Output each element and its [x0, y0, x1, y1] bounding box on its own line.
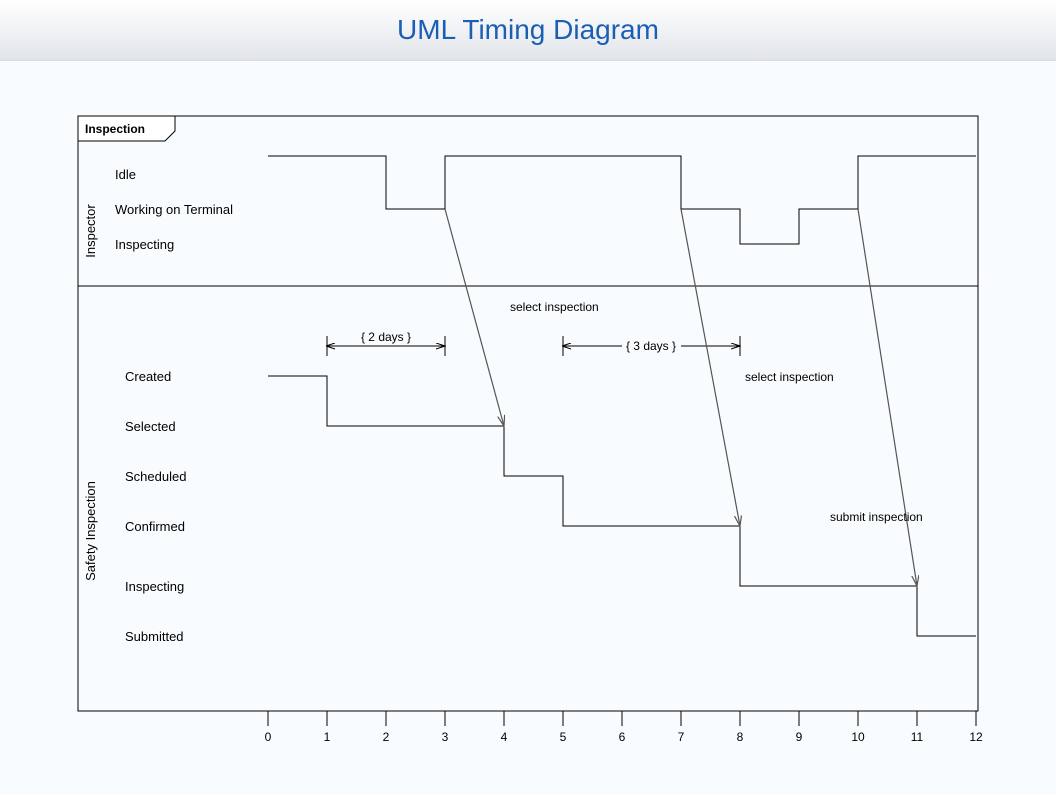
- duration-constraint-2: { 3 days }: [563, 336, 740, 356]
- message-2-label: select inspection: [745, 370, 834, 384]
- state-selected: Selected: [125, 419, 176, 434]
- tick-2: 2: [383, 730, 390, 744]
- duration-constraint-1: { 2 days }: [327, 330, 445, 356]
- time-axis: 0 1 2 3 4 5 6 7 8 9 10 11 12: [265, 711, 983, 744]
- state-scheduled: Scheduled: [125, 469, 186, 484]
- message-3-label: submit inspection: [830, 510, 923, 524]
- tick-6: 6: [619, 730, 626, 744]
- tick-11: 11: [911, 730, 924, 744]
- state-created: Created: [125, 369, 171, 384]
- state-working-on-terminal: Working on Terminal: [115, 202, 233, 217]
- message-arrow-1: [445, 209, 504, 426]
- state-confirmed: Confirmed: [125, 519, 185, 534]
- tick-0: 0: [265, 730, 272, 744]
- tick-12: 12: [969, 730, 983, 744]
- message-1-label: select inspection: [510, 300, 599, 314]
- diagram-canvas: Inspection Inspector Idle Working on Ter…: [0, 61, 1056, 795]
- state-idle: Idle: [115, 167, 136, 182]
- message-arrow-2: [681, 209, 740, 526]
- tick-4: 4: [501, 730, 508, 744]
- frame-label: Inspection: [78, 116, 175, 141]
- tick-10: 10: [851, 730, 865, 744]
- tick-8: 8: [737, 730, 744, 744]
- state-inspecting-bottom: Inspecting: [125, 579, 184, 594]
- duration-2-label: { 3 days }: [626, 339, 676, 353]
- duration-1-label: { 2 days }: [361, 330, 411, 344]
- page-header: UML Timing Diagram: [0, 0, 1056, 61]
- tick-5: 5: [560, 730, 567, 744]
- tick-3: 3: [442, 730, 449, 744]
- state-submitted: Submitted: [125, 629, 184, 644]
- lifeline-safety-label: Safety Inspection: [83, 481, 98, 581]
- frame-label-text: Inspection: [85, 122, 145, 136]
- lifeline-inspector-label: Inspector: [83, 204, 98, 258]
- tick-1: 1: [324, 730, 331, 744]
- state-inspecting-top: Inspecting: [115, 237, 174, 252]
- inspector-timeline: [268, 156, 976, 244]
- safety-timeline: [268, 376, 976, 636]
- page-title: UML Timing Diagram: [397, 14, 659, 46]
- message-arrow-3: [858, 209, 917, 586]
- tick-9: 9: [796, 730, 803, 744]
- tick-7: 7: [678, 730, 685, 744]
